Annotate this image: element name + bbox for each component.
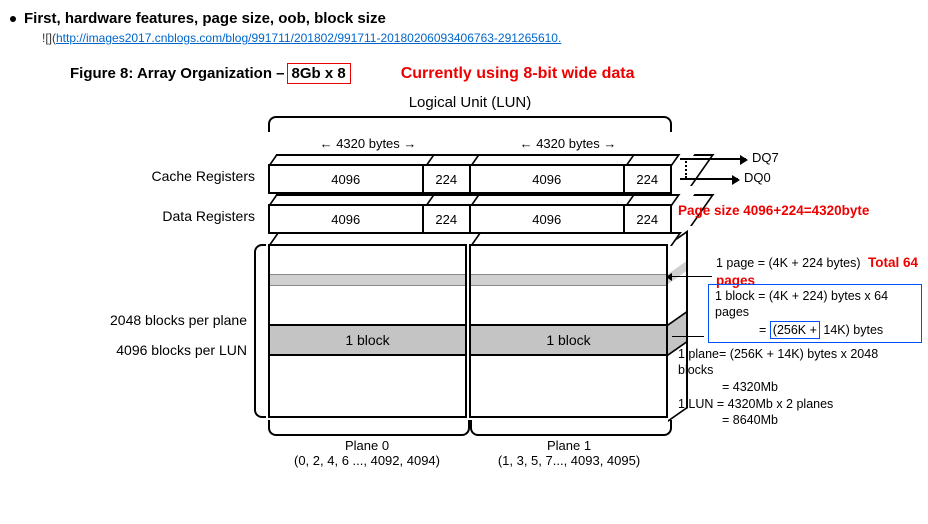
block-256k-highlight: (256K +	[770, 321, 820, 339]
dim-left: ← 4320 bytes →	[268, 136, 468, 151]
page-size-note: Page size 4096+224=4320byte	[678, 202, 869, 220]
cache-p0-main: 4096	[270, 166, 424, 192]
bullet-icon	[10, 16, 16, 22]
figure-caption-row: Figure 8: Array Organization – 8Gb x 8 C…	[70, 63, 918, 84]
source-url-link[interactable]: http://images2017.cnblogs.com/blog/99171…	[56, 31, 561, 45]
lun-brace	[268, 116, 672, 132]
plane-1-brace	[470, 420, 672, 436]
dim-right: ← 4320 bytes →	[468, 136, 668, 151]
dimension-row: ← 4320 bytes → ← 4320 bytes →	[268, 136, 668, 151]
plane-0-block-band: 1 block	[270, 324, 465, 356]
figure-caption: Figure 8: Array Organization –	[70, 65, 285, 82]
left-brace	[254, 244, 266, 418]
block-equation: 1 block = (4K + 224) bytes x 64 pages = …	[708, 284, 922, 343]
plane-equation: 1 plane= (256K + 14K) bytes x 2048 block…	[678, 346, 900, 395]
section-title: First, hardware features, page size, oob…	[24, 10, 386, 27]
cache-p0-oob: 224	[424, 166, 471, 192]
lun-title: Logical Unit (LUN)	[340, 94, 600, 111]
data-p0-main: 4096	[270, 206, 424, 232]
cache-p1-oob: 224	[625, 166, 670, 192]
cache-registers: 4096 224 4096 224	[268, 164, 672, 194]
plane-1-block-band: 1 block	[471, 324, 666, 356]
plane-0-brace	[268, 420, 470, 436]
md-prefix: ![](	[42, 31, 56, 45]
figure-chip: 8Gb x 8	[287, 63, 351, 84]
dq7-arrow	[680, 158, 746, 160]
dq-dots	[685, 158, 687, 178]
blocks-per-plane-label: 2048 blocks per plane	[92, 312, 247, 328]
plane-0-page-band	[270, 274, 465, 286]
block-eq-line2: = (256K + 14K) bytes	[715, 321, 915, 339]
data-p0-oob: 224	[424, 206, 471, 232]
plane-1-block: 1 block	[469, 244, 668, 418]
blocks-per-lun-label: 4096 blocks per LUN	[92, 342, 247, 358]
planes-container: 1 block 1 block	[268, 244, 668, 418]
page-pointer-line	[672, 276, 712, 277]
dq0-arrow	[680, 178, 738, 180]
note-8bit: Currently using 8-bit wide data	[401, 65, 635, 83]
dq7-label: DQ7	[752, 150, 779, 165]
data-registers: 4096 224 4096 224	[268, 204, 672, 234]
array-organization-diagram: Logical Unit (LUN) ← 4320 bytes → ← 4320…	[40, 94, 900, 514]
data-p1-main: 4096	[471, 206, 625, 232]
data-registers-label: Data Registers	[115, 208, 255, 224]
plane-1-label: Plane 1 (1, 3, 5, 7..., 4093, 4095)	[470, 438, 668, 468]
plane-0-label: Plane 0 (0, 2, 4, 6 ..., 4092, 4094)	[268, 438, 466, 468]
lun-equation: 1 LUN = 4320Mb x 2 planes = 8640Mb	[678, 396, 833, 429]
cache-p1-main: 4096	[471, 166, 625, 192]
plane-0-block: 1 block	[268, 244, 467, 418]
image-markdown-link: ![](http://images2017.cnblogs.com/blog/9…	[42, 31, 918, 45]
data-p1-oob: 224	[625, 206, 670, 232]
plane-1-page-band	[471, 274, 666, 286]
heading-row: First, hardware features, page size, oob…	[10, 10, 918, 27]
block-pointer-line	[672, 336, 704, 337]
cache-registers-label: Cache Registers	[115, 168, 255, 184]
dq0-label: DQ0	[744, 170, 771, 185]
